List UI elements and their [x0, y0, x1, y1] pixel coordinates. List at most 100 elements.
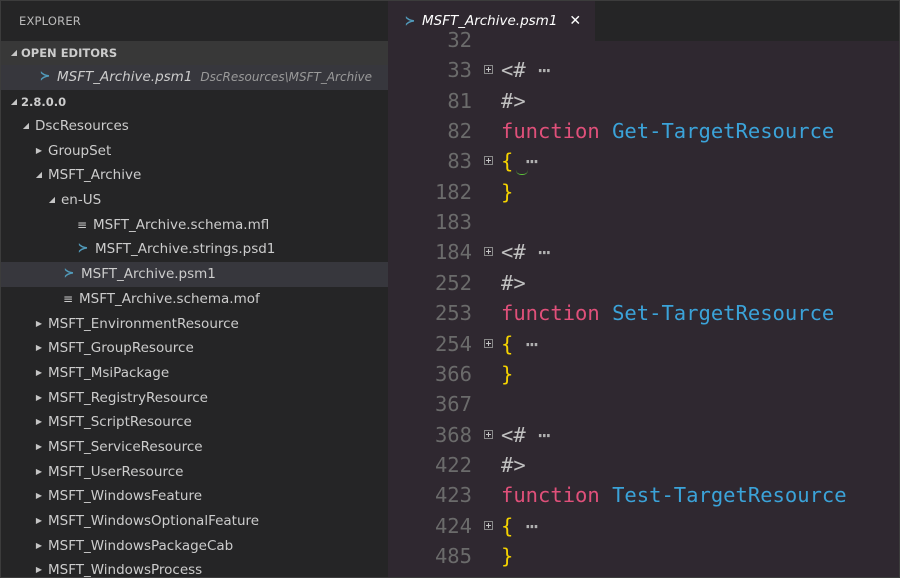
tree-item-label: en-US — [61, 192, 102, 209]
code-content: function Get-TargetResource — [501, 116, 834, 146]
tree-item[interactable]: ▶ MSFT_WindowsProcess — [1, 558, 388, 578]
fold-expand-icon[interactable] — [484, 65, 493, 75]
code-token: ⋯ — [525, 58, 551, 83]
tree-item[interactable]: ▶ MSFT_EnvironmentResource — [1, 312, 388, 337]
code-content: #> — [501, 268, 526, 298]
powershell-icon: ≻ — [39, 69, 51, 85]
code-line: 254 { ⋯ — [388, 329, 899, 359]
tree-item-label: MSFT_Archive.strings.psd1 — [95, 241, 276, 258]
tree-item-label: MSFT_WindowsOptionalFeature — [48, 513, 260, 529]
line-number: 366 — [434, 361, 472, 386]
code-content: } — [501, 177, 513, 207]
tree-item[interactable]: ≻ MSFT_Archive.psm1 — [1, 262, 388, 287]
folder-header[interactable]: ◢ 2.8.0.0 — [1, 90, 388, 114]
tree-item[interactable]: ▶ MSFT_ScriptResource — [1, 410, 388, 435]
code-line: 486 — [388, 571, 899, 577]
tree-item[interactable]: ◢ en-US — [1, 188, 388, 213]
chevron-right-icon: ▶ — [35, 540, 43, 550]
line-number: 254 — [434, 331, 472, 356]
code-line: 367 — [388, 389, 899, 419]
chevron-right-icon: ▶ — [35, 367, 43, 377]
tree-item[interactable]: ≡ MSFT_Archive.schema.mof — [1, 287, 388, 312]
fold-expand-icon[interactable] — [484, 429, 493, 439]
code-content: function Test-TargetResource — [501, 480, 847, 510]
line-number: 423 — [434, 483, 472, 508]
code-token: function — [501, 119, 600, 144]
code-content: } — [501, 359, 513, 389]
chevron-right-icon: ▶ — [35, 343, 43, 353]
tree-item[interactable]: ◢ DscResources — [1, 114, 388, 139]
code-line: 82 function Get-TargetResource — [388, 116, 899, 146]
tree-item-label: MSFT_WindowsProcess — [48, 562, 203, 578]
code-line: 368 <# ⋯ — [388, 420, 899, 450]
tree-item[interactable]: ≡ MSFT_Archive.schema.mfl — [1, 213, 388, 238]
code-token: { — [501, 331, 514, 356]
tree-item-label: MSFT_WindowsPackageCab — [48, 537, 234, 554]
code-line: 83{ ⋯ — [388, 146, 899, 176]
tree-item-label: MSFT_MsiPackage — [48, 364, 170, 381]
tree-item[interactable]: ▶ MSFT_UserResource — [1, 460, 388, 485]
chevron-right-icon: ▶ — [35, 392, 43, 402]
open-editor-path: DscResources\MSFT_Archive — [200, 70, 373, 85]
line-number: 182 — [434, 179, 472, 204]
chevron-right-icon: ▶ — [35, 516, 43, 525]
code-token: #> — [501, 452, 526, 477]
code-token: { — [501, 513, 514, 538]
code-content: { ⋯ — [501, 511, 538, 541]
tree-item[interactable]: ▶ MSFT_WindowsFeature — [1, 484, 388, 509]
code-content: <# ⋯ — [501, 237, 550, 267]
code-line: 366} — [388, 359, 899, 389]
tree-item[interactable]: ▶ MSFT_GroupResource — [1, 336, 388, 361]
tree-item[interactable]: ≻ MSFT_Archive.strings.psd1 — [1, 237, 388, 262]
code-line: 183 — [388, 207, 899, 237]
open-editors-header[interactable]: ◢ OPEN EDITORS — [1, 41, 388, 65]
tree-item-label: MSFT_GroupResource — [48, 340, 194, 357]
code-token: #> — [501, 270, 526, 295]
tree-item[interactable]: ▶ MSFT_RegistryResource — [1, 386, 388, 411]
powershell-icon: ≻ — [77, 241, 89, 257]
code-content: #> — [501, 86, 526, 116]
fold-expand-icon[interactable] — [484, 247, 493, 257]
text-file-icon: ≡ — [62, 291, 74, 306]
fold-expand-icon[interactable] — [484, 156, 493, 166]
open-editor-item[interactable]: ≻ MSFT_Archive.psm1 DscResources\MSFT_Ar… — [1, 65, 388, 90]
tree-item-label: MSFT_EnvironmentResource — [48, 315, 239, 332]
code-line: 184 <# ⋯ — [388, 237, 899, 267]
tree-item[interactable]: ▶ MSFT_ServiceResource — [1, 435, 388, 460]
code-token: <# — [501, 422, 526, 447]
line-number: 83 — [447, 149, 472, 174]
tree-item[interactable]: ▶ GroupSet — [1, 139, 388, 164]
fold-expand-icon[interactable] — [484, 520, 493, 530]
tree-item-label: DscResources — [35, 118, 129, 134]
code-token: <# — [501, 58, 526, 83]
tree-item[interactable]: ▶ MSFT_MsiPackage — [1, 361, 388, 386]
code-line: 253 function Set-TargetResource — [388, 298, 899, 328]
line-number: 486 — [388, 571, 472, 577]
tree-item-label: MSFT_UserResource — [48, 463, 184, 480]
tree-item[interactable]: ▶ MSFT_WindowsPackageCab — [1, 534, 388, 559]
code-content: <# ⋯ — [501, 55, 550, 85]
tree-item-label: MSFT_RegistryResource — [48, 389, 208, 406]
code-line: 182} — [388, 177, 899, 207]
line-number: 32 — [447, 28, 472, 52]
line-number: 368 — [434, 422, 472, 447]
tree-item-label: GroupSet — [48, 142, 112, 159]
tree-item[interactable]: ▶ MSFT_WindowsOptionalFeature — [1, 509, 388, 534]
code-editor[interactable]: 32 33 <# ⋯ 81 #> 82 function Get-TargetResourc… — [388, 28, 899, 577]
fold-expand-icon[interactable] — [484, 338, 493, 348]
code-line: 32 — [388, 25, 899, 55]
chevron-right-icon: ▶ — [35, 466, 43, 476]
line-number: 485 — [434, 543, 472, 568]
code-token: function — [501, 301, 600, 326]
chevron-right-icon: ▶ — [35, 491, 43, 501]
tree-item-label: MSFT_WindowsFeature — [48, 488, 203, 505]
code-line: 81 #> — [388, 86, 899, 116]
editor-area: ≻ MSFT_Archive.psm1 ✕ 32 33 <# ⋯ 81 #> 82 func… — [388, 1, 899, 577]
tree-item-label: MSFT_ServiceResource — [48, 438, 203, 455]
folder-label: 2.8.0.0 — [21, 95, 67, 109]
line-number: 183 — [434, 210, 472, 235]
open-editor-filename: MSFT_Archive.psm1 — [57, 69, 193, 86]
tree-item[interactable]: ◢ MSFT_Archive — [1, 163, 388, 188]
code-token: ⋯ — [525, 240, 551, 265]
chevron-down-icon: ◢ — [35, 170, 43, 180]
